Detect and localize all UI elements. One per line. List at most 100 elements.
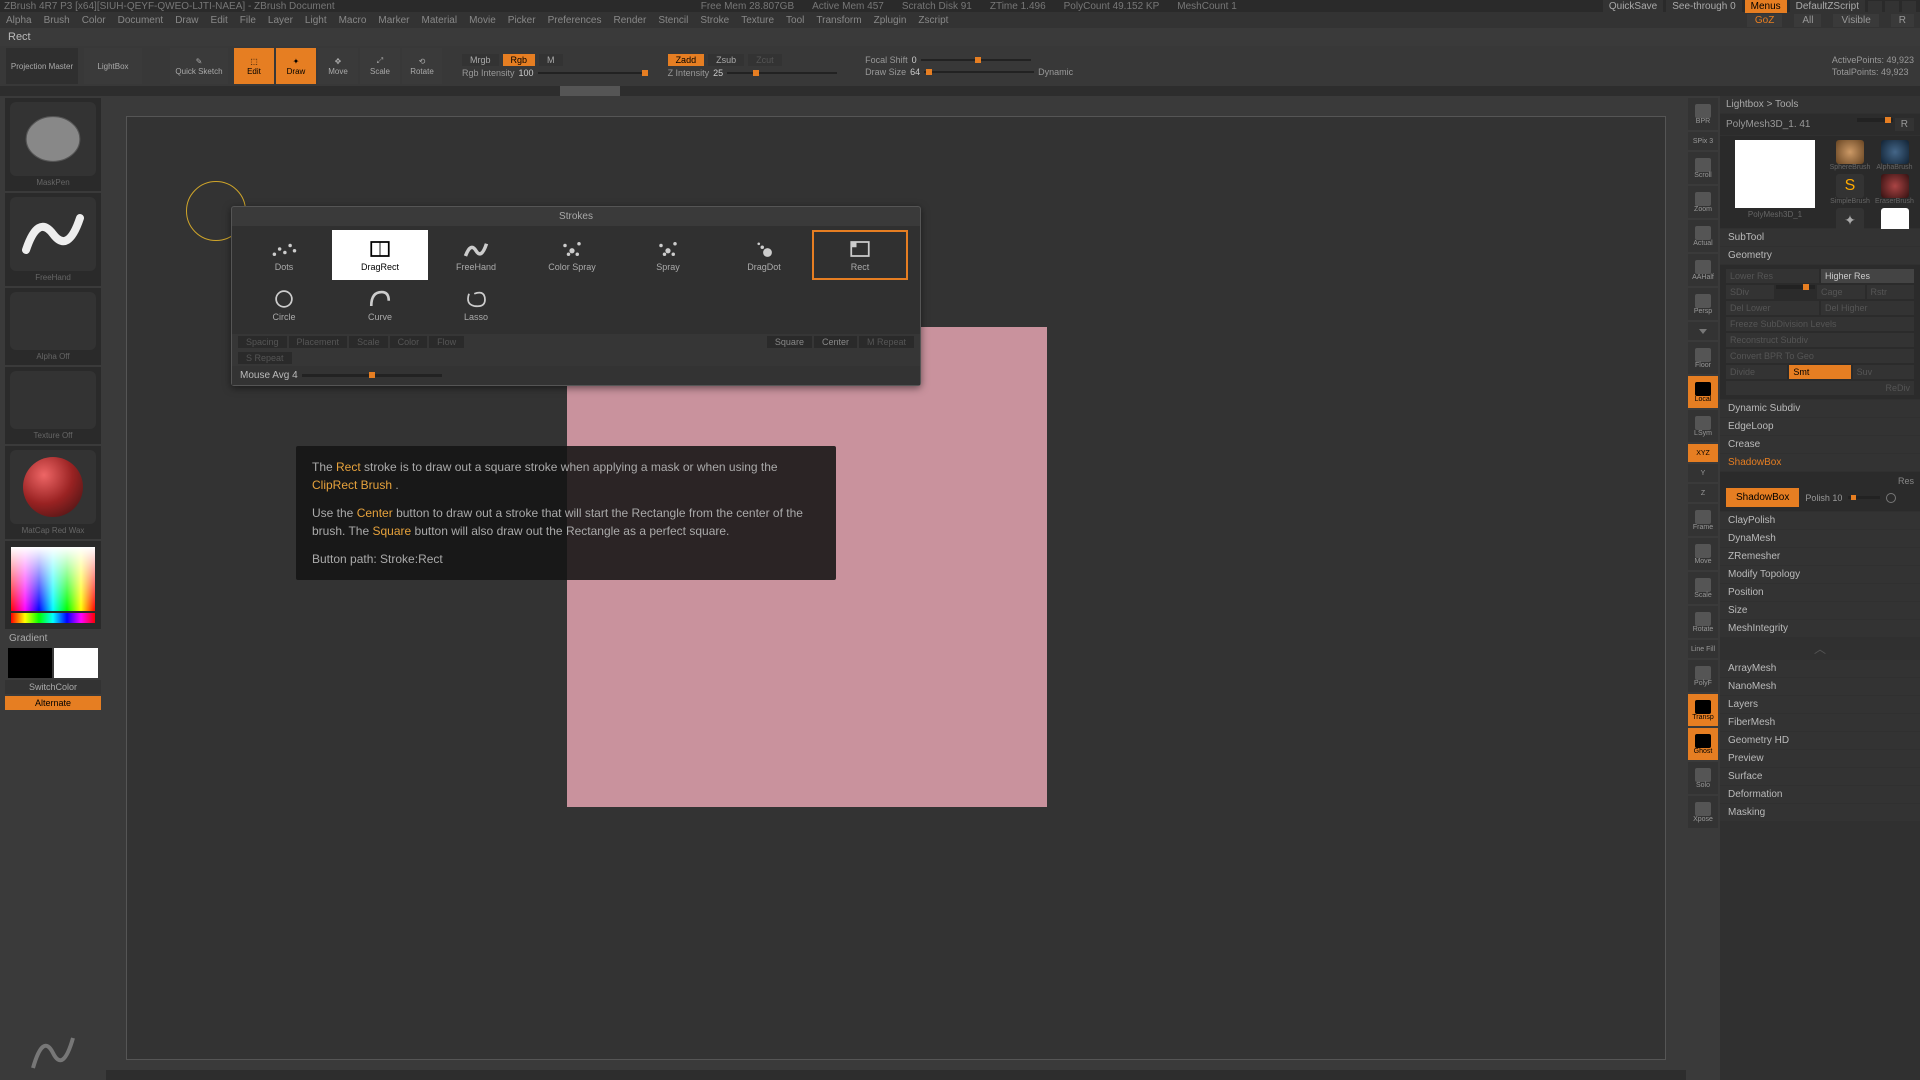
- menu-item[interactable]: Alpha: [6, 15, 32, 26]
- section-geometryhd[interactable]: Geometry HD: [1720, 732, 1920, 749]
- section-fibermesh[interactable]: FiberMesh: [1720, 714, 1920, 731]
- mod-scale[interactable]: Scale: [349, 336, 388, 348]
- section-dynamicsubdiv[interactable]: Dynamic Subdiv: [1720, 400, 1920, 417]
- alternate-button[interactable]: Alternate: [5, 696, 101, 710]
- gradient-label[interactable]: Gradient: [5, 631, 101, 646]
- aahalf-button[interactable]: AAHalf: [1688, 254, 1718, 286]
- zoom-button[interactable]: Zoom: [1688, 186, 1718, 218]
- tool-thumb[interactable]: SphereBrush: [1830, 140, 1870, 171]
- spix-button[interactable]: SPix 3: [1688, 132, 1718, 150]
- focal-shift-slider[interactable]: [921, 59, 1031, 61]
- tool-thumb[interactable]: SSimpleBrush: [1830, 174, 1870, 205]
- rediv-button[interactable]: ReDiv: [1726, 381, 1914, 395]
- mod-spacing[interactable]: Spacing: [238, 336, 287, 348]
- timeline-strip[interactable]: [0, 86, 1920, 96]
- section-modifytopology[interactable]: Modify Topology: [1720, 566, 1920, 583]
- lsym-button[interactable]: LSym: [1688, 410, 1718, 442]
- section-shadowbox[interactable]: ShadowBox: [1720, 454, 1920, 471]
- defaultzscript-button[interactable]: DefaultZScript: [1790, 0, 1865, 13]
- cage-button[interactable]: Cage: [1817, 285, 1865, 299]
- scale-button[interactable]: ⤢Scale: [360, 48, 400, 84]
- tool-main-thumb[interactable]: PolyMesh3D_1: [1724, 140, 1826, 224]
- minimize-icon[interactable]: [1868, 1, 1882, 12]
- material-swatch[interactable]: MatCap Red Wax: [5, 446, 101, 539]
- menu-item[interactable]: Layer: [268, 15, 293, 26]
- menu-item[interactable]: Brush: [44, 15, 70, 26]
- mod-placement[interactable]: Placement: [289, 336, 348, 348]
- rotate-button[interactable]: ⟲Rotate: [402, 48, 442, 84]
- menu-item[interactable]: File: [240, 15, 256, 26]
- shadowbox-button[interactable]: ShadowBox: [1726, 488, 1799, 507]
- menu-item[interactable]: Picker: [508, 15, 536, 26]
- higher-res-button[interactable]: Higher Res: [1821, 269, 1914, 283]
- polyf-button[interactable]: PolyF: [1688, 660, 1718, 692]
- section-preview[interactable]: Preview: [1720, 750, 1920, 767]
- section-edgeloop[interactable]: EdgeLoop: [1720, 418, 1920, 435]
- switchcolor-button[interactable]: SwitchColor: [5, 680, 101, 694]
- tool-slider[interactable]: [1857, 118, 1893, 122]
- rgb-button[interactable]: Rgb: [503, 54, 536, 66]
- circle-toggle-icon[interactable]: [1886, 493, 1896, 503]
- quicksketch-button[interactable]: ✎Quick Sketch: [170, 48, 228, 84]
- persp-button[interactable]: Persp: [1688, 288, 1718, 320]
- menu-item[interactable]: Stencil: [658, 15, 688, 26]
- y-icon[interactable]: Y: [1688, 464, 1718, 482]
- main-color[interactable]: [8, 648, 52, 678]
- menu-item[interactable]: Material: [422, 15, 458, 26]
- sdiv-slider[interactable]: SDiv: [1726, 285, 1774, 299]
- divide-button[interactable]: Divide: [1726, 365, 1787, 379]
- lower-res-button[interactable]: Lower Res: [1726, 269, 1819, 283]
- section-meshintegrity[interactable]: MeshIntegrity: [1720, 620, 1920, 637]
- bpr-button[interactable]: BPR: [1688, 98, 1718, 130]
- stroke-swatch[interactable]: FreeHand: [5, 193, 101, 286]
- projection-master-button[interactable]: Projection Master: [6, 48, 78, 84]
- stroke-option-dots[interactable]: Dots: [236, 230, 332, 280]
- dynamic-button[interactable]: Dynamic: [1038, 67, 1073, 77]
- chevron-down-icon[interactable]: [1688, 322, 1718, 340]
- menu-item[interactable]: Preferences: [548, 15, 602, 26]
- edit-button[interactable]: ⬚Edit: [234, 48, 274, 84]
- section-layers[interactable]: Layers: [1720, 696, 1920, 713]
- goz-r-button[interactable]: R: [1891, 14, 1914, 27]
- scroll-collapse-icon[interactable]: ︿: [1720, 638, 1920, 659]
- menu-item[interactable]: Texture: [741, 15, 774, 26]
- section-nanomesh[interactable]: NanoMesh: [1720, 678, 1920, 695]
- stroke-option-curve[interactable]: Curve: [332, 280, 428, 330]
- m-button[interactable]: M: [539, 54, 563, 66]
- local-button[interactable]: Local: [1688, 376, 1718, 408]
- maximize-icon[interactable]: [1885, 1, 1899, 12]
- menu-item[interactable]: Color: [82, 15, 106, 26]
- menu-item[interactable]: Movie: [469, 15, 496, 26]
- tool-r-button[interactable]: R: [1895, 118, 1914, 131]
- texture-swatch[interactable]: Texture Off: [5, 367, 101, 444]
- xyz-button[interactable]: XYZ: [1688, 444, 1718, 462]
- ghost-button[interactable]: Ghost: [1688, 728, 1718, 760]
- stroke-option-rect[interactable]: Rect: [812, 230, 908, 280]
- scroll-button[interactable]: Scroll: [1688, 152, 1718, 184]
- zsub-button[interactable]: Zsub: [708, 54, 744, 66]
- section-zremesher[interactable]: ZRemesher: [1720, 548, 1920, 565]
- stroke-option-lasso[interactable]: Lasso: [428, 280, 524, 330]
- rgb-intensity-slider[interactable]: [538, 72, 648, 74]
- mod-square[interactable]: Square: [767, 336, 812, 348]
- stroke-option-spray[interactable]: Spray: [620, 230, 716, 280]
- section-dynamesh[interactable]: DynaMesh: [1720, 530, 1920, 547]
- mod-color[interactable]: Color: [390, 336, 428, 348]
- canvas-move-button[interactable]: Move: [1688, 538, 1718, 570]
- color-picker[interactable]: [5, 541, 101, 629]
- stroke-option-circle[interactable]: Circle: [236, 280, 332, 330]
- mod-mrepeat[interactable]: M Repeat: [859, 336, 914, 348]
- menu-item[interactable]: Marker: [378, 15, 409, 26]
- linefill-button[interactable]: Line Fill: [1688, 640, 1718, 658]
- stroke-option-dragdot[interactable]: DragDot: [716, 230, 812, 280]
- floor-button[interactable]: Floor: [1688, 342, 1718, 374]
- tool-thumb[interactable]: EraserBrush: [1875, 174, 1915, 205]
- draw-button[interactable]: ✦Draw: [276, 48, 316, 84]
- section-geometry[interactable]: Geometry: [1720, 247, 1920, 264]
- canvas-scale-button[interactable]: Scale: [1688, 572, 1718, 604]
- bottom-scrollbar[interactable]: [106, 1070, 1686, 1080]
- menu-item[interactable]: Transform: [816, 15, 861, 26]
- menu-item[interactable]: Render: [614, 15, 647, 26]
- seethrough-button[interactable]: See-through 0: [1666, 0, 1741, 13]
- mod-flow[interactable]: Flow: [429, 336, 464, 348]
